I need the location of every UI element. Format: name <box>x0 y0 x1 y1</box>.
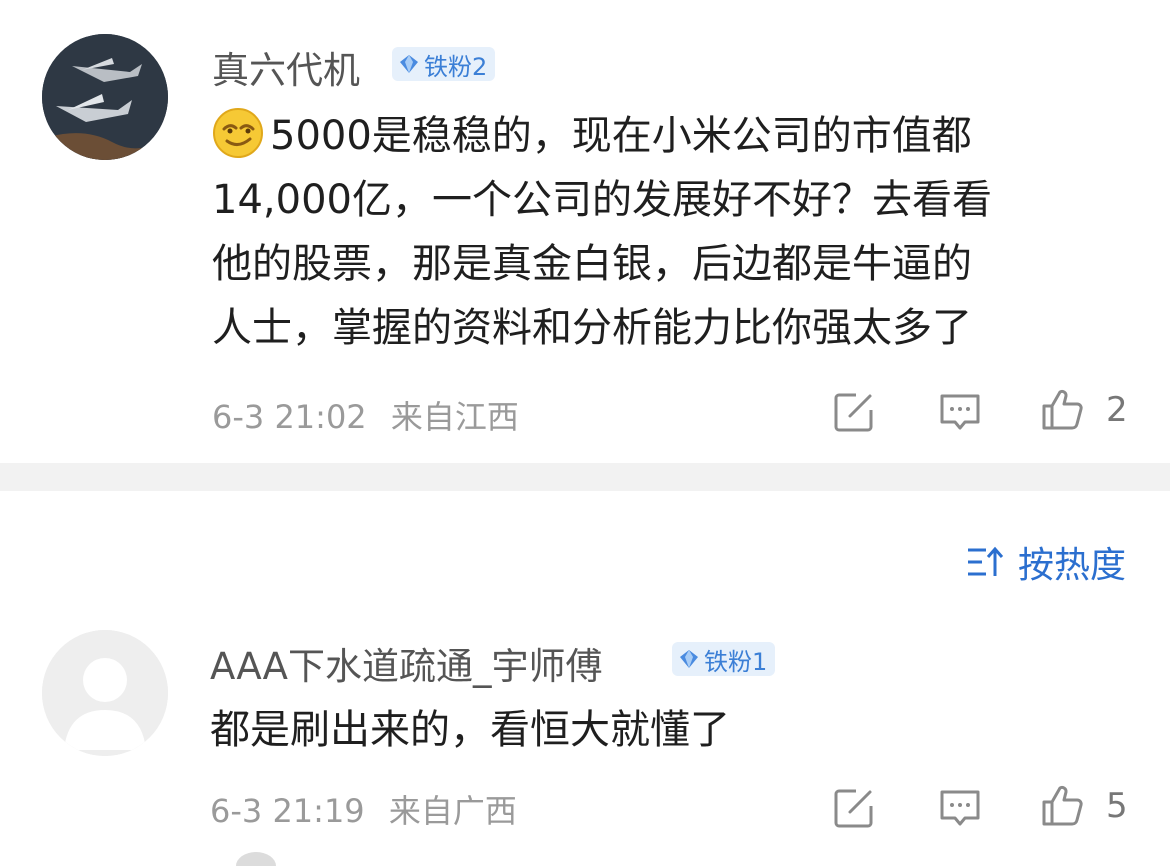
sort-icon <box>968 546 1004 576</box>
like-count: 5 <box>1106 786 1128 826</box>
comment-line: 14,000亿，一个公司的发展好不好？去看看 <box>212 177 992 223</box>
comment-line: 人士，掌握的资料和分析能力比你强太多了 <box>212 305 972 351</box>
edit-button[interactable] <box>832 786 876 834</box>
avatar[interactable] <box>42 630 168 756</box>
timestamp: 6-3 21:19 <box>210 792 365 830</box>
badge-label: 铁粉1 <box>704 647 768 676</box>
edit-button[interactable] <box>832 390 876 438</box>
reply-button[interactable] <box>938 786 982 834</box>
timestamp: 6-3 21:02 <box>212 398 367 436</box>
comment-text: 5000是稳稳的，现在小米公司的市值都 14,000亿，一个公司的发展好不好？去… <box>212 104 992 360</box>
location: 来自广西 <box>388 792 517 830</box>
reply-button[interactable] <box>938 390 982 438</box>
comment-meta: 6-3 21:19 来自广西 <box>210 786 517 832</box>
location: 来自江西 <box>390 398 519 436</box>
comment-text: 都是刷出来的，看恒大就懂了 <box>210 698 730 762</box>
edit-icon <box>834 789 873 828</box>
like-button[interactable]: 2 <box>1040 388 1128 432</box>
next-avatar-peek <box>236 852 276 866</box>
fan-badge[interactable]: 铁粉1 <box>672 642 776 676</box>
thumbs-up-icon <box>1042 785 1083 826</box>
avatar[interactable] <box>42 34 168 160</box>
fan-badge[interactable]: 铁粉2 <box>392 47 496 81</box>
badge-gem-icon <box>400 55 418 73</box>
comment-line: 他的股票，那是真金白银，后边都是牛逼的 <box>212 241 972 287</box>
edit-icon <box>834 393 873 432</box>
username[interactable]: 真六代机 <box>212 40 360 94</box>
smirk-emoji-icon <box>213 108 263 158</box>
thumbs-up-icon <box>1042 389 1083 430</box>
default-avatar-icon <box>42 630 168 756</box>
like-count: 2 <box>1106 390 1128 430</box>
like-button[interactable]: 5 <box>1040 784 1128 828</box>
username[interactable]: AAA下水道疏通_宇师傅 <box>210 636 603 690</box>
badge-label: 铁粉2 <box>424 52 488 81</box>
comment-icon <box>940 790 980 826</box>
sort-label: 按热度 <box>1018 545 1127 586</box>
comment-meta: 6-3 21:02 来自江西 <box>212 392 519 438</box>
comment-icon <box>940 394 980 430</box>
comment-line: 5000是稳稳的，现在小米公司的市值都 <box>212 104 992 168</box>
section-divider <box>0 463 1170 491</box>
sort-toggle[interactable]: 按热度 <box>966 536 1126 588</box>
fighter-jet-image <box>42 34 168 160</box>
comment-line: 都是刷出来的，看恒大就懂了 <box>210 707 730 753</box>
badge-gem-icon <box>680 650 698 668</box>
